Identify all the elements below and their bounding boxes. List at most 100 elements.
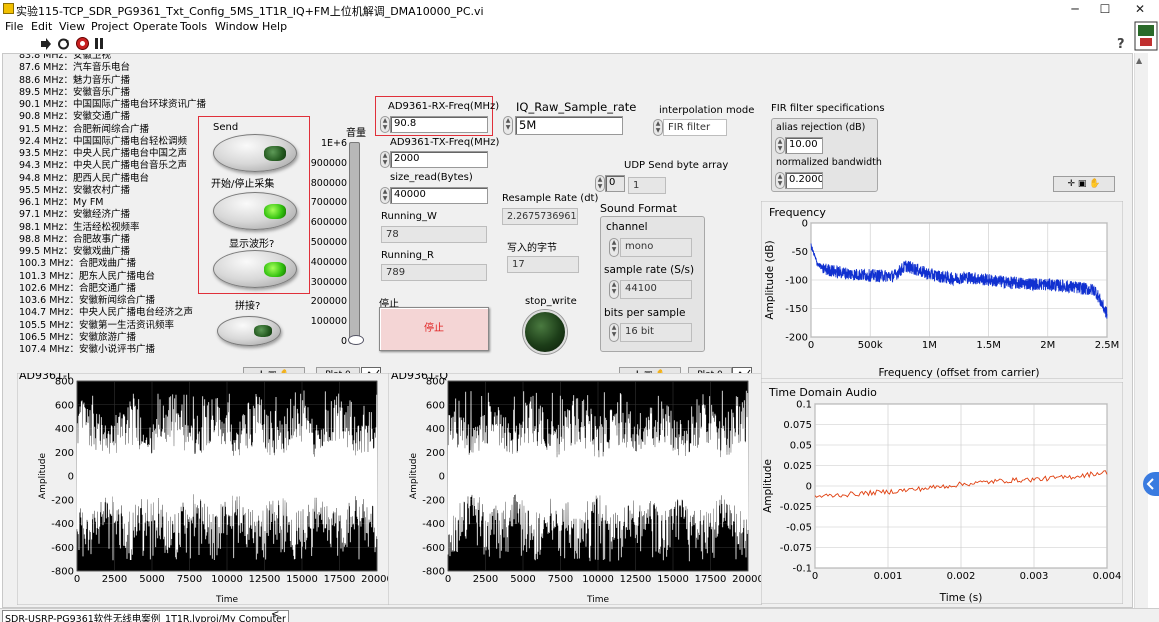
menu-tools[interactable]: Tools (180, 20, 207, 33)
stop-button[interactable]: 停止 (379, 307, 489, 351)
station-item: 89.5 MHz：安徽音乐广播 (19, 86, 130, 98)
station-item: 94.3 MHz：中央人民广播电台音乐之声 (19, 160, 187, 172)
size-read-input[interactable]: 40000 (390, 187, 488, 204)
y-tick-label: -0.075 (780, 543, 812, 554)
rx-freq-label: AD9361-RX-Freq(MHz) (388, 101, 500, 112)
station-list: 83.8 MHz：安徽卫视 87.6 MHz：汽车音乐电台 88.6 MHz：魅力音… (19, 54, 206, 356)
size-read-spinner[interactable]: ▲ ▼ (380, 187, 390, 204)
menu-project[interactable]: Project (91, 20, 129, 33)
status-bar: SDR-USRP-PG9361软件无线电案例_1T1R.lvproj/My Co… (0, 608, 1159, 622)
x-axis-label: Time (s) (939, 592, 983, 604)
interp-select[interactable]: FIR filter (663, 119, 727, 136)
y-tick-label: -600 (422, 543, 445, 554)
bandwidth-spinner[interactable]: ▲ ▼ (775, 172, 785, 189)
volume-tick-label: 300000 (310, 276, 347, 288)
rx-freq-input[interactable]: 90.8 (390, 116, 488, 133)
station-item: 98.8 MHz：合肥故事广播 (19, 233, 130, 245)
menu-window[interactable]: Window (215, 20, 258, 33)
y-tick-label: 0.1 (796, 400, 812, 411)
minimize-button[interactable]: ─ (1060, 1, 1090, 18)
y-tick-label: -200 (785, 333, 808, 344)
toolbar: ? (0, 21, 1159, 53)
show-wave-led (264, 262, 286, 277)
sample-rate-spinner[interactable]: ▲ ▼ (609, 280, 619, 299)
bits-spinner[interactable]: ▲ ▼ (609, 323, 619, 342)
channel-select[interactable]: mono (620, 238, 692, 257)
close-button[interactable]: ✕ (1125, 1, 1155, 18)
volume-tick-label: 600000 (310, 217, 347, 229)
interp-spinner[interactable]: ▲ ▼ (653, 119, 663, 136)
menu-file[interactable]: File (5, 20, 23, 33)
frequency-graph[interactable]: Frequency0 500k 1M 1.5M 2M 2.5M0-50-100-150-2… (761, 201, 1123, 379)
scroll-up-icon[interactable]: ▲ (1136, 56, 1142, 65)
bandwidth-input[interactable]: 0.2000 (785, 172, 823, 189)
iq-rate-spinner[interactable]: ▲ ▼ (503, 116, 513, 135)
chevron-left-icon (1146, 478, 1154, 490)
menu-operate[interactable]: Operate (133, 20, 178, 33)
volume-tick-label: 700000 (310, 197, 347, 209)
channel-spinner[interactable]: ▲ ▼ (609, 238, 619, 257)
station-item: 95.5 MHz：安徽农村广播 (19, 184, 130, 196)
side-panel-toggle[interactable] (1143, 472, 1159, 496)
volume-label: 音量 (346, 128, 366, 139)
normalized-bandwidth-label: normalized bandwidth (776, 157, 882, 168)
tx-freq-input[interactable]: 2000 (390, 151, 488, 168)
context-help-icon[interactable]: ? (1117, 37, 1125, 52)
sample-rate-label: sample rate (S/s) (604, 264, 695, 276)
menu-view[interactable]: View (59, 20, 85, 33)
y-tick-label: -50 (792, 247, 808, 258)
x-tick-label: 7500 (548, 574, 573, 585)
y-tick-label: 600 (55, 400, 74, 411)
project-path: SDR-USRP-PG9361软件无线电案例_1T1R.lvproj/My Co… (2, 610, 289, 622)
y-tick-label: 0.025 (783, 461, 812, 472)
tx-freq-spinner[interactable]: ▲ ▼ (380, 151, 390, 168)
title-bar: 实验115-TCP_SDR_PG9361_Txt_Config_5MS_1T1R… (0, 0, 1159, 19)
station-item: 96.1 MHz：My FM (19, 197, 104, 208)
send-toggle[interactable] (213, 134, 297, 172)
status-scroll-left[interactable]: < (271, 609, 279, 620)
x-tick-label: 20000 (361, 574, 391, 585)
show-wave-toggle[interactable] (213, 250, 297, 288)
x-tick-label: 2M (1040, 340, 1055, 351)
splice-label: 拼接? (235, 301, 261, 312)
x-tick-label: 1M (922, 340, 937, 351)
menu-edit[interactable]: Edit (31, 20, 52, 33)
q-waveform-graph[interactable]: AD9361-Q0 2500 5000 7500 10000 12500 15000 1750… (388, 373, 762, 605)
volume-slider-thumb[interactable] (348, 335, 364, 345)
station-item: 91.5 MHz：合肥新闻综合广播 (19, 123, 149, 135)
volume-tick-label: 0 (340, 336, 347, 347)
pause-icon[interactable] (94, 38, 104, 49)
splice-toggle[interactable] (217, 316, 281, 346)
running-r-label: Running_R (381, 250, 434, 261)
start-stop-toggle[interactable] (213, 192, 297, 230)
y-tick-label: -200 (422, 495, 445, 506)
x-axis-label: Frequency (offset from carrier) (879, 367, 1040, 379)
rx-freq-spinner[interactable]: ▲ ▼ (380, 116, 390, 133)
abort-execution-icon[interactable] (76, 37, 89, 50)
tx-freq-label: AD9361-TX-Freq(MHz) (390, 137, 500, 148)
volume-tick-label: 1E+6 (320, 138, 347, 149)
menu-help[interactable]: Help (262, 20, 287, 33)
y-axis-label: Amplitude (38, 452, 48, 499)
iq-rate-select[interactable]: 5M (515, 116, 623, 135)
alias-rejection-spinner[interactable]: ▲ ▼ (775, 137, 785, 154)
vertical-scrollbar[interactable]: ▲ (1134, 53, 1148, 608)
send-led (264, 146, 286, 161)
maximize-button[interactable]: ☐ (1090, 1, 1120, 18)
bits-select[interactable]: 16 bit (620, 323, 692, 342)
run-continuously-icon[interactable] (57, 38, 70, 50)
alias-rejection-input[interactable]: 10.00 (785, 137, 823, 154)
y-axis-label: Amplitude (409, 452, 419, 499)
udp-index-input[interactable]: 0 (605, 175, 625, 192)
udp-index-spinner[interactable]: ▲ ▼ (595, 175, 605, 192)
sample-rate-input[interactable]: 44100 (620, 280, 692, 299)
station-item: 93.5 MHz：中央人民广播电台中国之声 (19, 148, 187, 159)
i-waveform-graph[interactable]: AD9361-I0 2500 5000 7500 10000 12500 15000 1750… (17, 373, 391, 605)
audio-graph[interactable]: Time Domain Audio 0 0.001 0.002 0.003 0.004 0.… (761, 382, 1123, 604)
volume-slider-track[interactable] (349, 142, 360, 344)
run-arrow-icon[interactable] (40, 38, 52, 50)
x-axis-label: Time (215, 595, 238, 605)
x-tick-label: 2500 (102, 574, 127, 585)
splice-led (254, 325, 272, 337)
freq-graph-palette[interactable]: ✛ ▣ ✋ (1053, 176, 1115, 192)
